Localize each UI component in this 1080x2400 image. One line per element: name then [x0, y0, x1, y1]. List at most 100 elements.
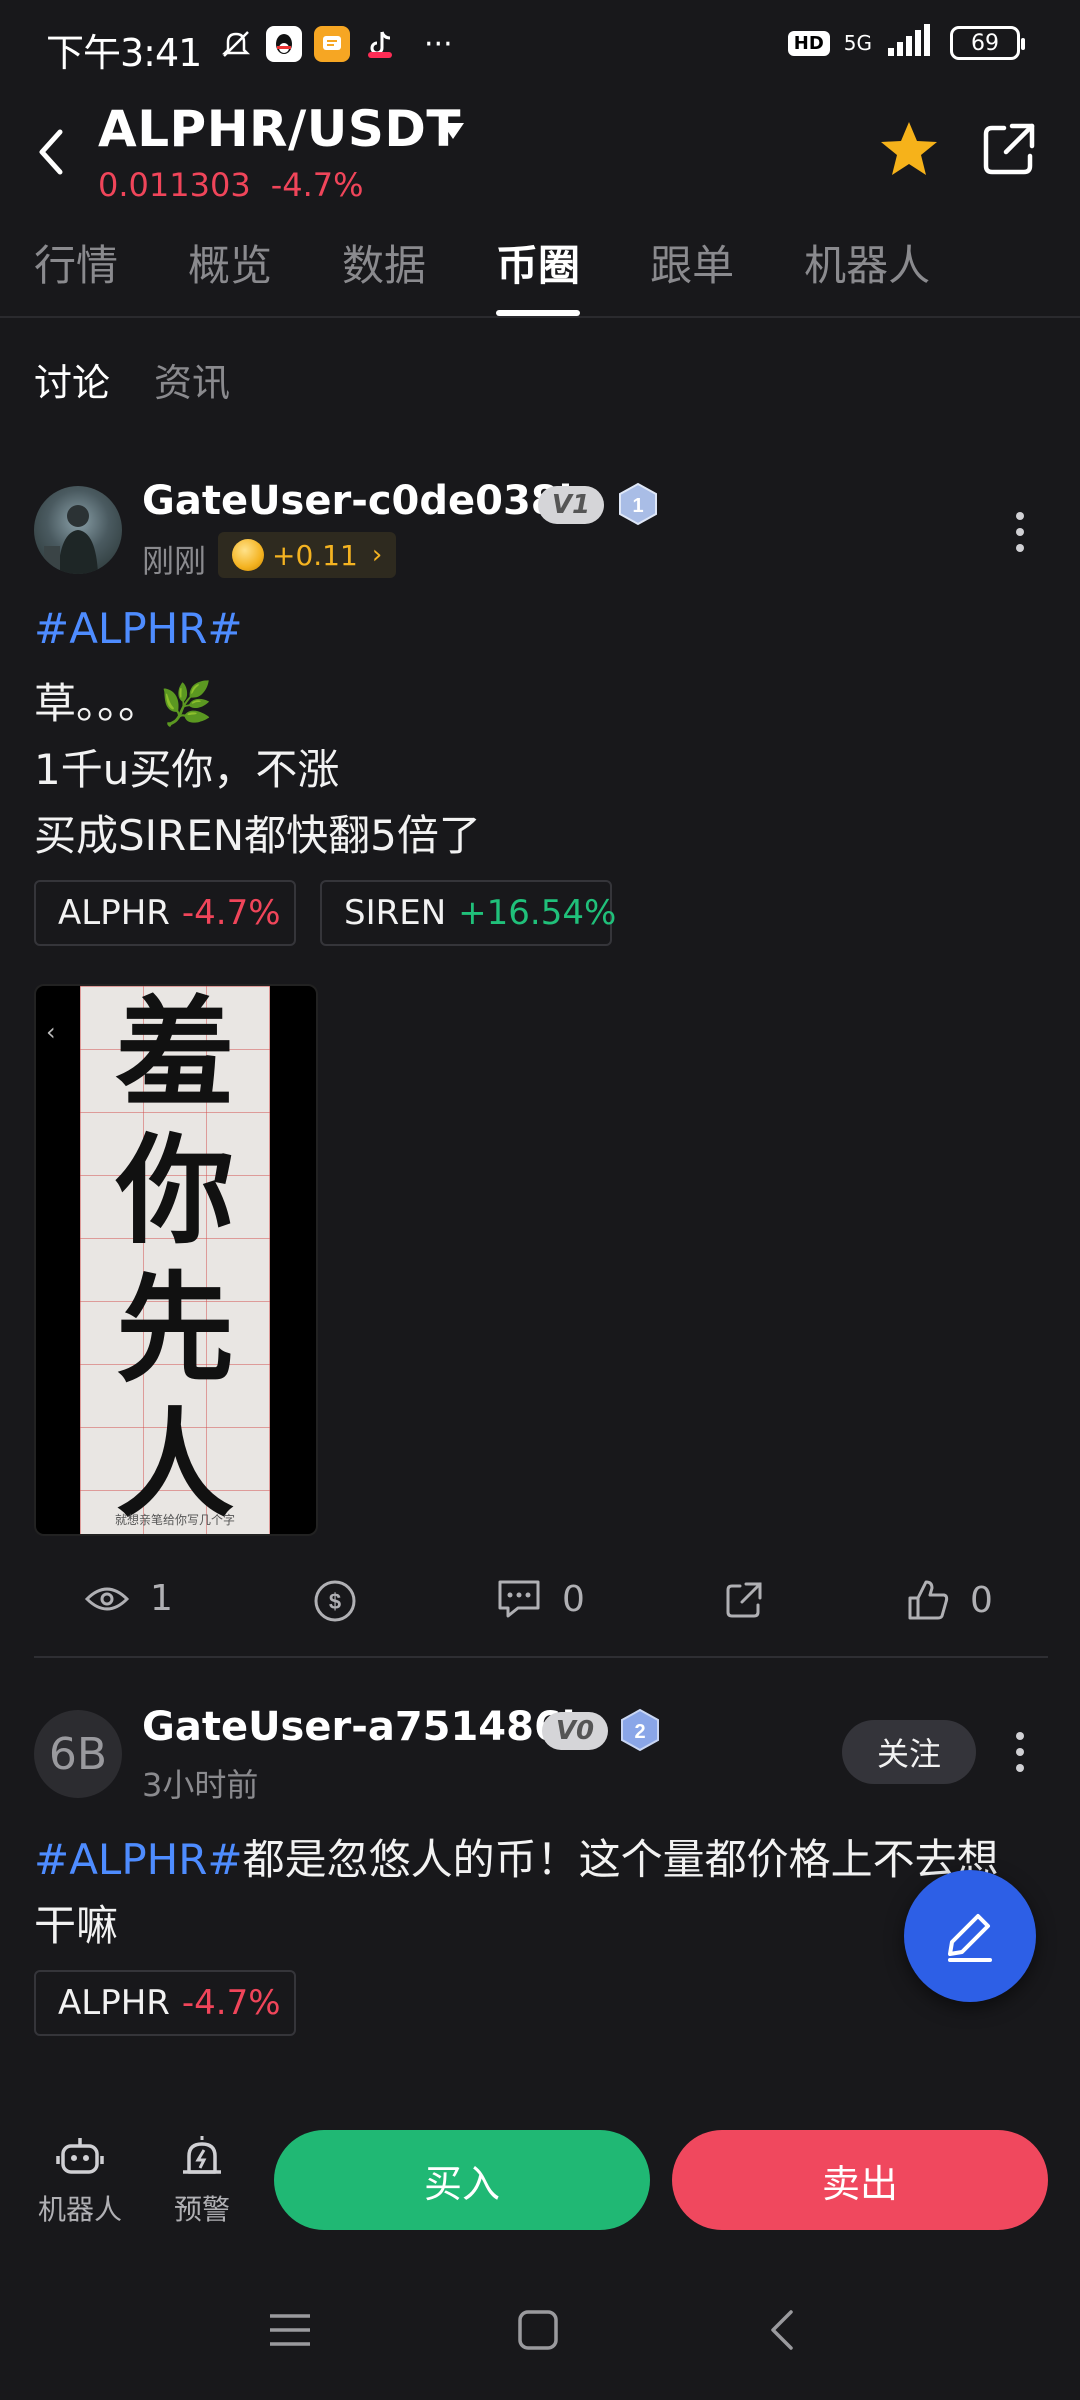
chevron-left-icon: ‹	[46, 1018, 56, 1046]
signal-icon	[886, 24, 936, 62]
tab-copy-trading[interactable]: 跟单	[650, 232, 734, 316]
tip-action[interactable]: $	[312, 1578, 358, 1624]
sub-tabs: 讨论 资讯	[34, 352, 230, 407]
level-badge-icon: 1	[616, 482, 660, 526]
tab-overview[interactable]: 概览	[188, 232, 272, 316]
calligraphy-char: 先	[115, 1259, 234, 1398]
post-author[interactable]: GateUser-c0de038b	[142, 478, 587, 524]
network-type: 5G	[843, 31, 872, 55]
system-icons: HD 5G 69	[787, 24, 1025, 62]
post-hashtag[interactable]: #ALPHR#	[34, 1835, 243, 1884]
calligraphy-char: 羞	[115, 984, 234, 1122]
tab-data[interactable]: 数据	[342, 232, 426, 316]
calligraphy-char: 人	[115, 1395, 234, 1534]
buy-button[interactable]: 买入	[274, 2130, 650, 2230]
post-text-line: 干嘛	[34, 1901, 119, 1950]
image-caption: 就想亲笔给你写几个字	[114, 1513, 235, 1527]
share-action[interactable]	[722, 1578, 766, 1622]
star-icon	[881, 122, 937, 175]
tiktok-icon	[362, 26, 398, 62]
alarm-icon	[177, 2132, 227, 2182]
caret-down-icon	[442, 123, 464, 139]
menu-icon[interactable]	[260, 2300, 320, 2360]
comments-count: 0	[562, 1578, 585, 1620]
sell-button[interactable]: 卖出	[672, 2130, 1048, 2230]
vip-badge: V0	[542, 1712, 608, 1750]
chip-change: -4.7%	[181, 1983, 281, 2023]
more-notifications: ···	[424, 26, 453, 62]
coin-chip-alphr[interactable]: ALPHR -4.7%	[34, 1970, 296, 2036]
follow-button[interactable]: 关注	[842, 1720, 976, 1784]
price-line: 0.011303 -4.7%	[98, 166, 364, 204]
post-divider	[34, 1656, 1048, 1658]
share-button[interactable]	[978, 118, 1040, 180]
post-author[interactable]: GateUser-a751486b	[142, 1704, 590, 1750]
comment-action[interactable]: 0	[496, 1578, 585, 1620]
chip-change: +16.54%	[458, 893, 617, 933]
battery-icon: 69	[950, 26, 1025, 60]
post-actions: 1 $ 0 0	[0, 1566, 1080, 1646]
status-time: 下午3:41	[46, 31, 202, 75]
qq-icon	[266, 26, 302, 62]
mute-icon	[218, 26, 254, 62]
favorite-button[interactable]	[878, 118, 940, 180]
thumbs-up-icon	[908, 1580, 949, 1620]
subtab-news[interactable]: 资讯	[154, 352, 230, 407]
home-icon[interactable]	[508, 2300, 568, 2360]
comment-icon	[498, 1580, 540, 1618]
chip-change: -4.7%	[181, 893, 281, 933]
post-time: 刚刚	[142, 542, 207, 580]
tabs-divider	[0, 316, 1080, 318]
message-app-icon	[314, 26, 350, 62]
post-text-line: 1千u买你，不涨	[34, 745, 340, 794]
robot-button[interactable]: 机器人	[30, 2132, 130, 2228]
alert-button[interactable]: 预警	[152, 2132, 252, 2228]
coin-chip-siren[interactable]: SIREN +16.54%	[320, 880, 616, 946]
post-text-line: 买成SIREN都快翻5倍了	[34, 811, 481, 860]
price-change: -4.7%	[270, 166, 364, 204]
level-number: 2	[634, 1721, 645, 1743]
share-icon	[983, 123, 1035, 175]
tip-pill[interactable]: +0.11 ›	[218, 532, 397, 578]
post-hashtag[interactable]: #ALPHR#	[34, 604, 243, 653]
robot-icon	[55, 2132, 105, 2182]
post-text-line: 草。。。🌿	[34, 679, 213, 728]
hd-badge: HD	[787, 30, 830, 56]
chip-symbol: ALPHR	[58, 893, 170, 933]
system-nav-bar	[0, 2270, 1080, 2400]
level-number: 1	[632, 495, 643, 517]
main-tabs: 行情 概览 数据 币圈 跟单 机器人	[34, 232, 1000, 316]
pair-dropdown-button[interactable]	[438, 116, 468, 146]
tip-amount: +0.11	[272, 538, 358, 572]
last-price: 0.011303	[98, 166, 251, 204]
chip-symbol: ALPHR	[58, 1983, 170, 2023]
avatar[interactable]: 6B	[34, 1710, 122, 1798]
back-nav-icon[interactable]	[752, 2300, 812, 2360]
screen: 下午3:41 ··· HD 5G 69 ALPHR/USDT 0.011303 …	[0, 0, 1080, 2400]
alert-label: 预警	[173, 2193, 230, 2226]
calligraphy-char: 你	[115, 1121, 234, 1260]
status-bar: 下午3:41 ··· HD 5G 69	[0, 0, 1080, 96]
post-time: 3小时前	[142, 1766, 259, 1804]
tab-community[interactable]: 币圈	[496, 232, 581, 316]
like-action[interactable]: 0	[906, 1578, 993, 1622]
compose-post-button[interactable]	[904, 1870, 1036, 2002]
views-action[interactable]: 1	[84, 1578, 173, 1619]
back-button[interactable]	[30, 122, 70, 182]
svg-text:$: $	[329, 1589, 341, 1614]
tab-market[interactable]: 行情	[34, 232, 118, 316]
post-image[interactable]: ‹ 羞 你 先 人 就想亲笔给你写几个字	[34, 984, 318, 1536]
post-more-button[interactable]	[1000, 1722, 1040, 1782]
chip-symbol: SIREN	[344, 893, 447, 933]
post-text-line: #ALPHR#都是忽悠人的币！这个量都价格上不去想	[34, 1826, 999, 1887]
pair-title[interactable]: ALPHR/USDT	[98, 100, 461, 158]
views-count: 1	[150, 1578, 173, 1619]
vip-badge: V1	[538, 486, 604, 524]
avatar[interactable]	[34, 486, 122, 574]
coin-chip-alphr[interactable]: ALPHR -4.7%	[34, 880, 296, 946]
post-more-button[interactable]	[1000, 502, 1040, 562]
tab-bots[interactable]: 机器人	[804, 232, 930, 316]
subtab-discussion[interactable]: 讨论	[34, 352, 110, 407]
tip-coin-icon: $	[314, 1580, 356, 1622]
likes-count: 0	[970, 1579, 993, 1621]
